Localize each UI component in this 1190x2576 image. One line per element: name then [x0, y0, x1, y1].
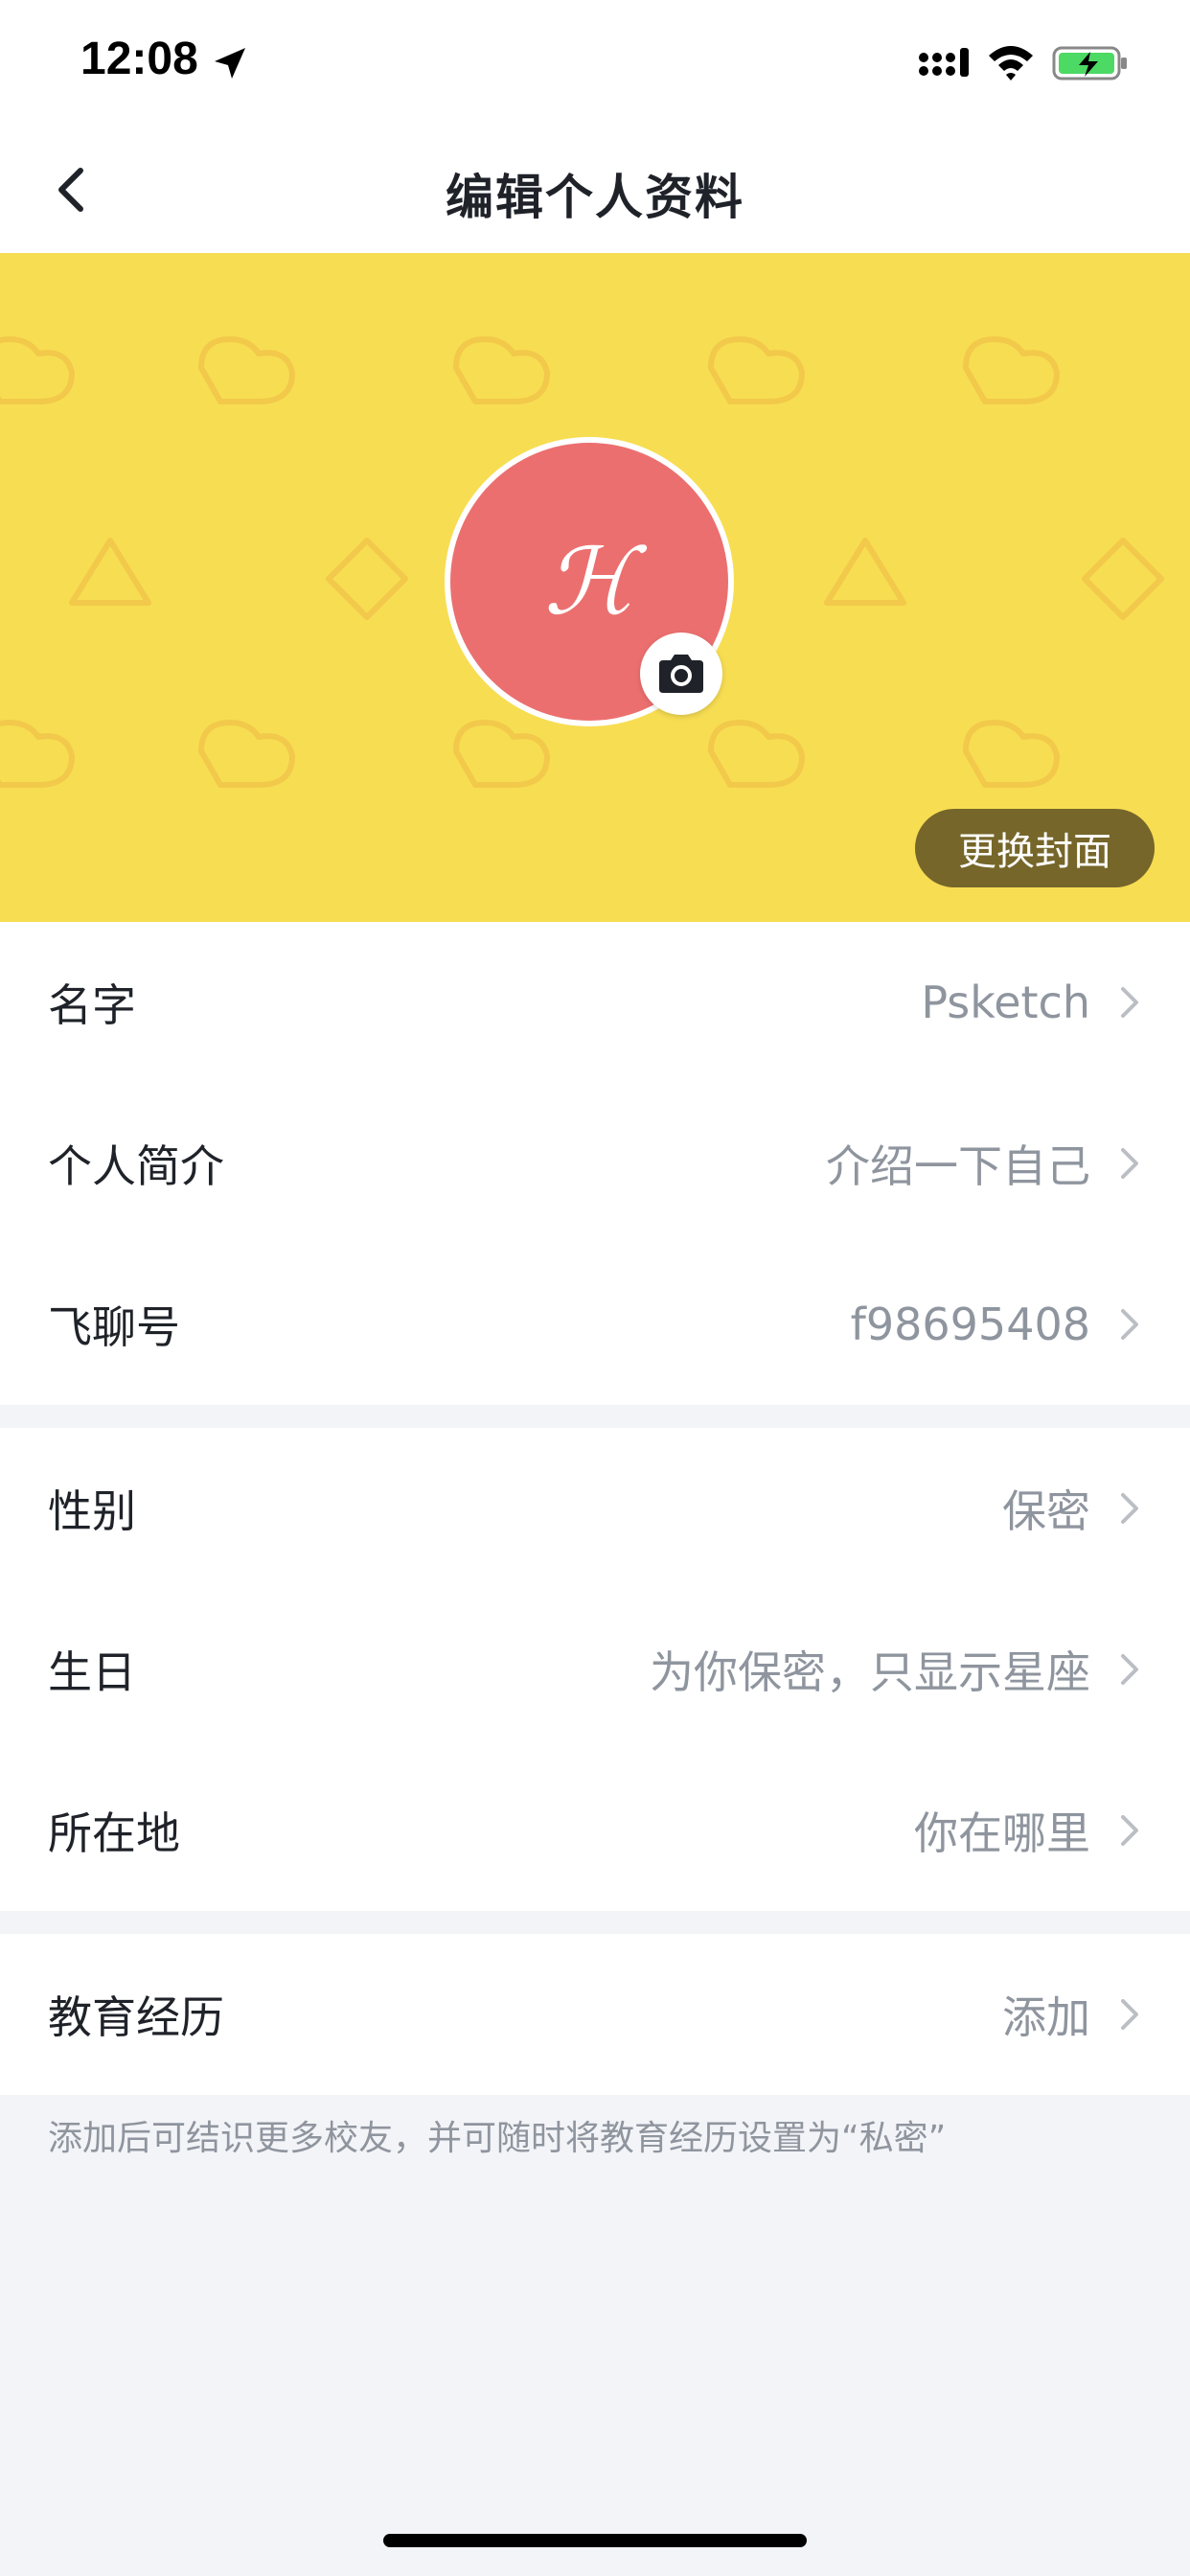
row-value: 你在哪里	[914, 1807, 1090, 1859]
row-label: 飞聊号	[48, 1301, 180, 1353]
row-value: f98695408	[850, 1299, 1090, 1350]
row-value: 为你保密，只显示星座	[650, 1646, 1090, 1698]
row-value: 保密	[1002, 1485, 1090, 1537]
row-label: 教育经历	[48, 1991, 224, 2043]
row-label: 性别	[48, 1485, 136, 1537]
profile-basic-group: 名字 Psketch 个人简介 介绍一下自己 飞聊号 f98695408	[0, 922, 1190, 1405]
change-cover-button[interactable]: 更换封面	[915, 809, 1155, 887]
row-birthday[interactable]: 生日 为你保密，只显示星座	[0, 1589, 1190, 1750]
row-value: 添加	[1002, 1991, 1090, 2043]
location-arrow-icon	[215, 48, 245, 79]
avatar-letter: ℋ	[543, 528, 635, 635]
row-name[interactable]: 名字 Psketch	[0, 922, 1190, 1083]
status-time: 12:08	[80, 34, 198, 84]
profile-cover[interactable]: ℋ 更换封面	[0, 253, 1190, 922]
education-hint: 添加后可结识更多校友，并可随时将教育经历设置为“私密”	[48, 2119, 947, 2158]
change-avatar-button[interactable]	[640, 632, 722, 715]
row-label: 名字	[48, 979, 136, 1031]
battery-charging-icon	[1052, 46, 1127, 80]
nav-bar: 编辑个人资料	[0, 126, 1190, 253]
chevron-right-icon	[1121, 1815, 1138, 1846]
row-location[interactable]: 所在地 你在哪里	[0, 1750, 1190, 1911]
chevron-right-icon	[1121, 1999, 1138, 2030]
profile-education-group: 教育经历 添加	[0, 1934, 1190, 2095]
camera-icon	[659, 655, 703, 693]
row-value: Psketch	[921, 977, 1090, 1028]
chevron-right-icon	[1121, 1493, 1138, 1524]
row-bio[interactable]: 个人简介 介绍一下自己	[0, 1083, 1190, 1244]
status-bar: 12:08	[0, 0, 1190, 126]
page-title: 编辑个人资料	[446, 170, 744, 225]
row-user-id[interactable]: 飞聊号 f98695408	[0, 1244, 1190, 1405]
home-indicator	[383, 2534, 807, 2547]
row-label: 所在地	[48, 1807, 180, 1859]
chevron-right-icon	[1121, 987, 1138, 1018]
wifi-icon	[989, 46, 1033, 80]
row-label: 生日	[48, 1646, 136, 1698]
row-education[interactable]: 教育经历 添加	[0, 1934, 1190, 2095]
row-gender[interactable]: 性别 保密	[0, 1428, 1190, 1589]
chevron-right-icon	[1121, 1654, 1138, 1685]
chevron-right-icon	[1121, 1309, 1138, 1340]
profile-personal-group: 性别 保密 生日 为你保密，只显示星座 所在地 你在哪里	[0, 1428, 1190, 1911]
row-label: 个人简介	[48, 1140, 224, 1192]
chevron-right-icon	[1121, 1148, 1138, 1179]
row-value: 介绍一下自己	[826, 1140, 1090, 1192]
signal-icon	[919, 48, 969, 77]
